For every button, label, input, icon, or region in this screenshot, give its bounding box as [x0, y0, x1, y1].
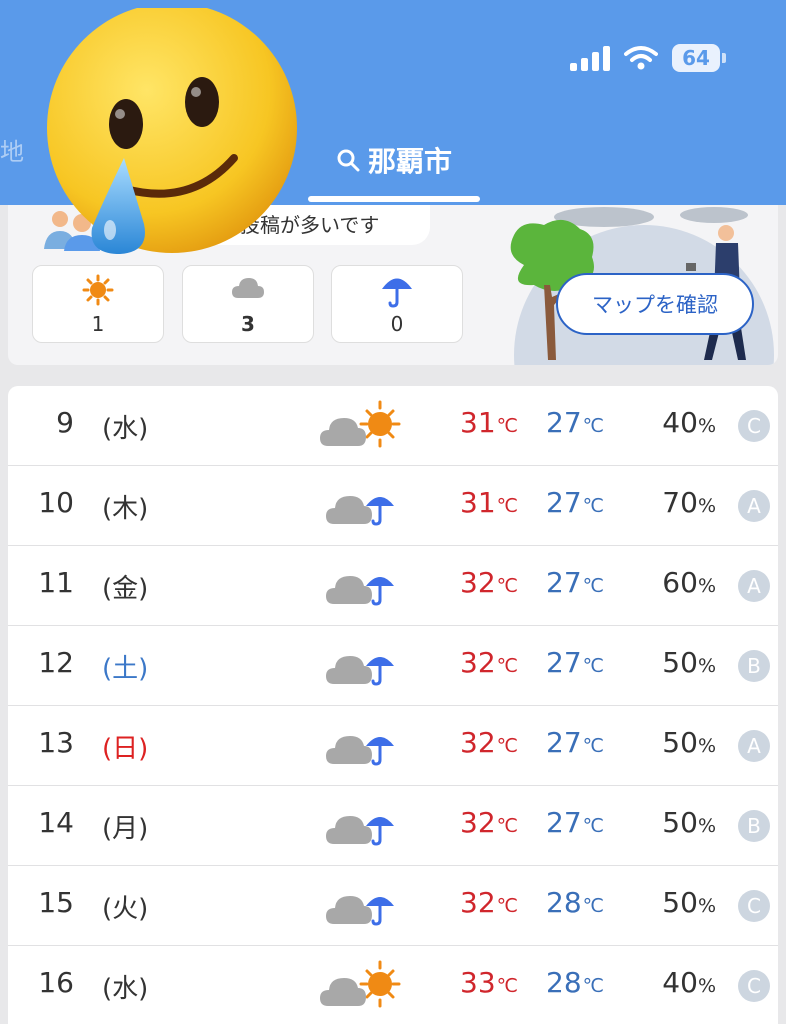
location-search-tab[interactable]: 那覇市	[308, 140, 480, 180]
side-tab-label[interactable]: 地	[0, 132, 24, 167]
forecast-row[interactable]: 14 (月) 32℃ 27℃ 50% B	[8, 786, 778, 866]
low-temp: 27℃	[546, 726, 604, 759]
weekly-forecast-list: 9 (水) 31℃ 27℃ 40% C 10 (木) 31℃ 27℃ 70% A 11 (金) 32℃…	[8, 386, 778, 1024]
umbrella-icon	[382, 278, 412, 308]
reliability-badge: C	[738, 970, 770, 1002]
forecast-row[interactable]: 12 (土) 32℃ 27℃ 50% B	[8, 626, 778, 706]
forecast-day: 11	[38, 566, 74, 599]
wifi-icon	[624, 46, 658, 70]
forecast-row[interactable]: 11 (金) 32℃ 27℃ 60% A	[8, 546, 778, 626]
reliability-badge: C	[738, 890, 770, 922]
cloudy-count-box: 3	[182, 265, 314, 343]
cloud-sun-icon	[318, 960, 404, 1012]
forecast-weekday: (金)	[102, 574, 149, 604]
forecast-day: 9	[56, 406, 74, 439]
rain-chance: 50%	[662, 806, 716, 839]
high-temp: 32℃	[460, 646, 518, 679]
battery-level: 64	[672, 44, 720, 72]
forecast-day: 10	[38, 486, 74, 519]
forecast-row[interactable]: 16 (水) 33℃ 28℃ 40% C	[8, 946, 778, 1024]
rain-chance: 50%	[662, 646, 716, 679]
forecast-day: 14	[38, 806, 74, 839]
cloud-rain-icon	[318, 560, 404, 612]
forecast-weekday: (日)	[102, 734, 149, 764]
reliability-badge: A	[738, 730, 770, 762]
reliability-badge: A	[738, 570, 770, 602]
high-temp: 31℃	[460, 486, 518, 519]
forecast-weekday: (水)	[102, 974, 149, 1004]
rain-chance: 50%	[662, 726, 716, 759]
reliability-badge: C	[738, 410, 770, 442]
forecast-row[interactable]: 15 (火) 32℃ 28℃ 50% C	[8, 866, 778, 946]
status-bar: 64	[570, 44, 726, 72]
cloud-icon	[232, 278, 264, 298]
low-temp: 27℃	[546, 806, 604, 839]
forecast-weekday: (水)	[102, 414, 149, 444]
forecast-row[interactable]: 9 (水) 31℃ 27℃ 40% C	[8, 386, 778, 466]
cloud-sun-icon	[318, 400, 404, 452]
low-temp: 27℃	[546, 566, 604, 599]
rain-chance: 40%	[662, 406, 716, 439]
forecast-weekday: (土)	[102, 654, 149, 684]
sunny-count: 1	[91, 312, 105, 336]
cellular-signal-icon	[570, 45, 610, 71]
rain-chance: 60%	[662, 566, 716, 599]
high-temp: 32℃	[460, 566, 518, 599]
sun-icon	[82, 274, 114, 306]
forecast-day: 16	[38, 966, 74, 999]
reliability-badge: B	[738, 650, 770, 682]
battery-indicator: 64	[672, 44, 726, 72]
smiling-face-with-tear-emoji	[47, 8, 297, 254]
rain-chance: 70%	[662, 486, 716, 519]
cloud-rain-icon	[318, 640, 404, 692]
cloud-rain-icon	[318, 800, 404, 852]
high-temp: 31℃	[460, 406, 518, 439]
sunny-count-box: 1	[32, 265, 164, 343]
search-icon	[337, 149, 360, 172]
forecast-row[interactable]: 13 (日) 32℃ 27℃ 50% A	[8, 706, 778, 786]
cloud-rain-icon	[318, 480, 404, 532]
reliability-badge: B	[738, 810, 770, 842]
active-tab-indicator	[308, 196, 480, 202]
low-temp: 27℃	[546, 486, 604, 519]
forecast-row[interactable]: 10 (木) 31℃ 27℃ 70% A	[8, 466, 778, 546]
cloud-rain-icon	[318, 880, 404, 932]
low-temp: 27℃	[546, 646, 604, 679]
high-temp: 32℃	[460, 806, 518, 839]
high-temp: 33℃	[460, 966, 518, 999]
high-temp: 32℃	[460, 726, 518, 759]
rainy-count-box: 0	[331, 265, 463, 343]
low-temp: 28℃	[546, 886, 604, 919]
low-temp: 27℃	[546, 406, 604, 439]
forecast-day: 15	[38, 886, 74, 919]
forecast-weekday: (月)	[102, 814, 149, 844]
low-temp: 28℃	[546, 966, 604, 999]
location-name: 那覇市	[367, 145, 452, 178]
rain-chance: 50%	[662, 886, 716, 919]
forecast-day: 13	[38, 726, 74, 759]
high-temp: 32℃	[460, 886, 518, 919]
cloud-rain-icon	[318, 720, 404, 772]
forecast-weekday: (木)	[102, 494, 149, 524]
view-map-button[interactable]: マップを確認	[556, 273, 754, 335]
rainy-count: 0	[390, 312, 404, 336]
cloudy-count: 3	[241, 312, 255, 336]
reliability-badge: A	[738, 490, 770, 522]
rain-chance: 40%	[662, 966, 716, 999]
forecast-weekday: (火)	[102, 894, 149, 924]
forecast-day: 12	[38, 646, 74, 679]
